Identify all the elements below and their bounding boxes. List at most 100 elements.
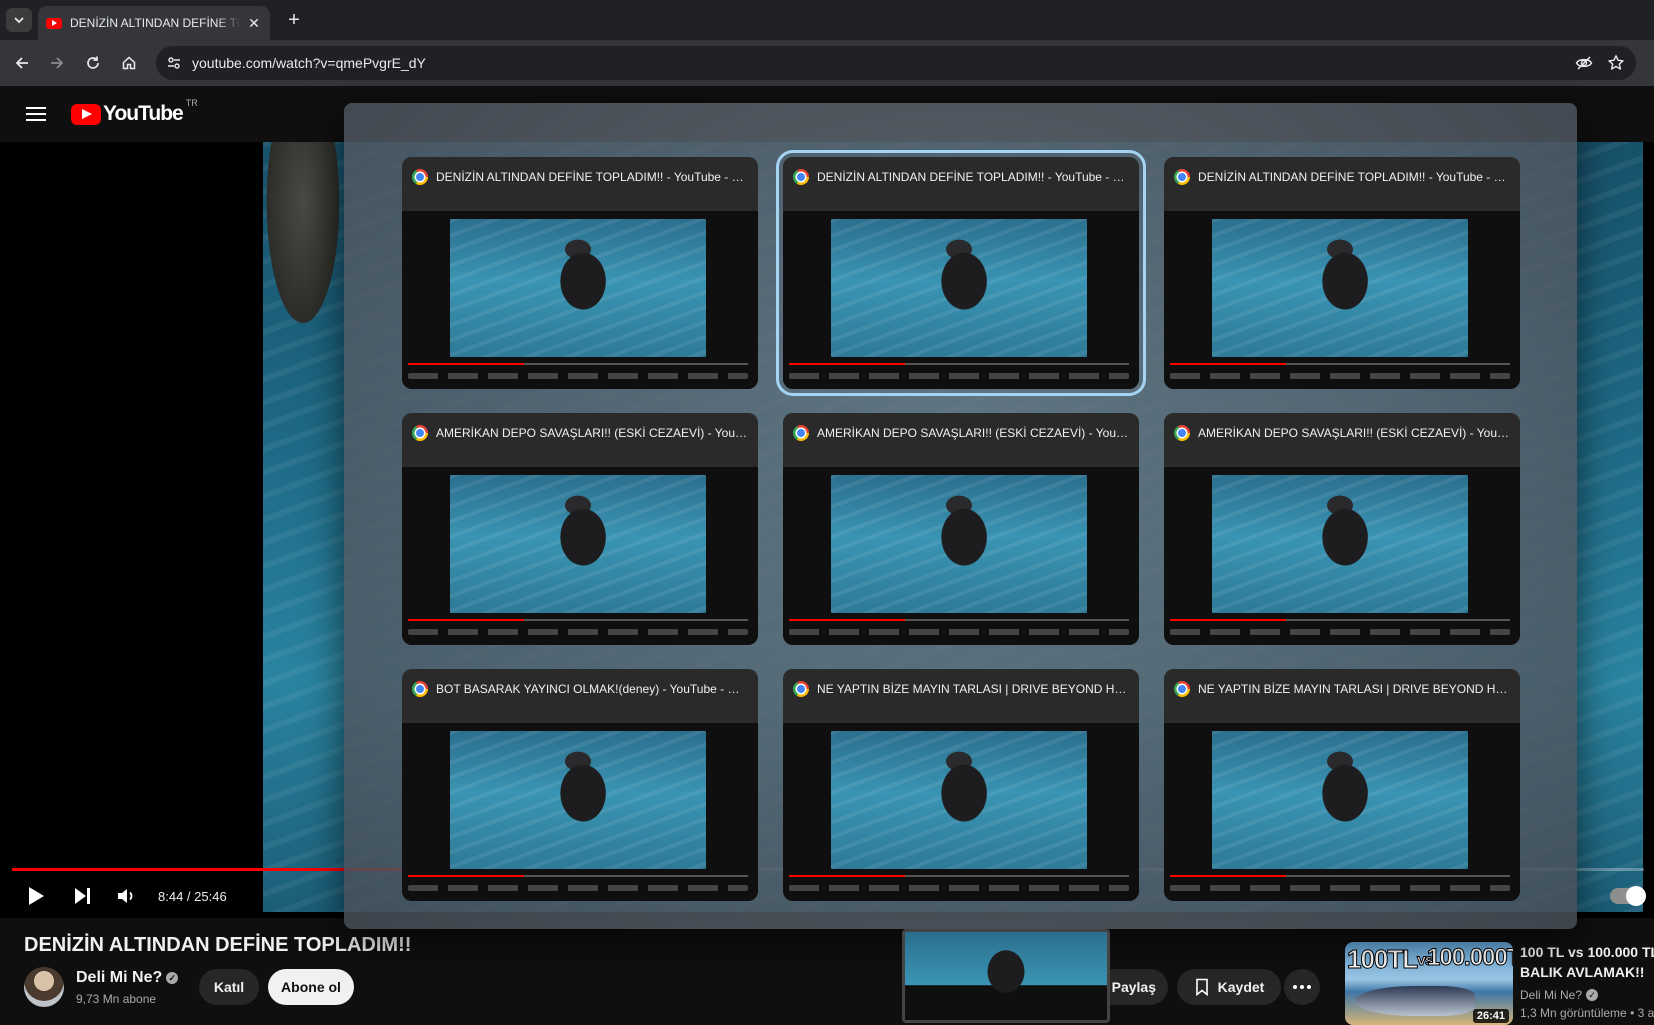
card-header: BOT BASARAK YAYINCI OLMAK!(deney) - YouT… xyxy=(402,669,758,709)
preview-video xyxy=(831,731,1087,869)
tab-preview xyxy=(783,197,1139,389)
preview-browser-bar xyxy=(1164,709,1520,723)
browser-tab[interactable]: DENİZİN ALTINDAN DEFİNE TOPLADIM!! ✕ xyxy=(38,6,270,40)
share-label: Paylaş xyxy=(1111,979,1156,995)
card-title: AMERİKAN DEPO SAVAŞLARI!! (ESKİ CEZAEVİ)… xyxy=(436,426,748,440)
more-actions-button[interactable] xyxy=(1284,969,1320,1005)
arrow-right-icon xyxy=(51,57,64,69)
tab-title: DENİZİN ALTINDAN DEFİNE TOPLADIM!! xyxy=(70,16,242,30)
preview-browser-bar xyxy=(402,453,758,467)
tab-preview xyxy=(402,197,758,389)
preview-video xyxy=(1212,731,1468,869)
url-text[interactable]: youtube.com/watch?v=qmePvgrE_dY xyxy=(192,55,426,71)
preview-info xyxy=(408,629,748,635)
autoplay-toggle[interactable] xyxy=(1610,886,1646,906)
reload-button[interactable] xyxy=(80,50,106,76)
card-header: DENİZİN ALTINDAN DEFİNE TOPLADIM!! - You… xyxy=(402,157,758,197)
chevron-down-icon xyxy=(14,17,24,24)
preview-browser-bar xyxy=(1164,453,1520,467)
preview-browser-bar xyxy=(783,709,1139,723)
video-info: DENİZİN ALTINDAN DEFİNE TOPLADIM!! Deli … xyxy=(0,918,1654,1025)
preview-browser-bar xyxy=(1164,197,1520,211)
tab-switcher-card[interactable]: AMERİKAN DEPO SAVAŞLARI!! (ESKİ CEZAEVİ)… xyxy=(402,413,758,645)
chrome-icon xyxy=(793,169,809,185)
preview-browser-bar xyxy=(402,197,758,211)
subscribe-button[interactable]: Abone ol xyxy=(268,969,354,1005)
chrome-icon xyxy=(412,681,428,697)
tab-preview-peek xyxy=(902,929,1110,1023)
tab-preview xyxy=(783,453,1139,645)
logo-text: YouTube xyxy=(103,102,184,125)
recommended-title-line2[interactable]: BALIK AVLAMAK!! xyxy=(1520,962,1654,982)
browser-toolbar: youtube.com/watch?v=qmePvgrE_dY xyxy=(0,40,1654,86)
tab-switcher-card[interactable]: AMERİKAN DEPO SAVAŞLARI!! (ESKİ CEZAEVİ)… xyxy=(1164,413,1520,645)
new-tab-button[interactable]: + xyxy=(282,8,306,32)
tab-switcher-card[interactable]: NE YAPTIN BİZE MAYIN TARLASI | DRIVE BEY… xyxy=(783,669,1139,901)
tab-preview xyxy=(402,453,758,645)
address-bar[interactable]: youtube.com/watch?v=qmePvgrE_dY xyxy=(156,46,1636,80)
tab-close-icon[interactable]: ✕ xyxy=(246,15,262,32)
tab-switcher-card[interactable]: BOT BASARAK YAYINCI OLMAK!(deney) - YouT… xyxy=(402,669,758,901)
recommended-title-line1[interactable]: 100 TL vs 100.000 TL xyxy=(1520,942,1654,962)
thumb-text-right: 100.000TL xyxy=(1426,944,1513,972)
youtube-favicon-icon xyxy=(46,17,62,29)
country-code: TR xyxy=(185,98,198,108)
recommended-title[interactable]: 100 TL vs 100.000 TL BALIK AVLAMAK!! xyxy=(1520,942,1654,982)
tab-switcher-card[interactable]: DENİZİN ALTINDAN DEFİNE TOPLADIM!! - You… xyxy=(402,157,758,389)
play-icon xyxy=(29,887,44,905)
back-button[interactable] xyxy=(9,50,35,76)
chrome-icon xyxy=(1174,169,1190,185)
preview-progress xyxy=(1170,875,1510,877)
tab-preview xyxy=(1164,709,1520,901)
screen: DENİZİN ALTINDAN DEFİNE TOPLADIM!! ✕ + y… xyxy=(0,0,1654,1025)
verified-icon: ✓ xyxy=(166,972,179,984)
forward-button[interactable] xyxy=(44,50,70,76)
youtube-logo[interactable]: YouTube TR xyxy=(71,98,198,126)
reload-icon xyxy=(87,56,99,69)
bookmark-icon xyxy=(1195,978,1208,996)
preview-info xyxy=(789,885,1129,891)
tune-icon[interactable] xyxy=(164,53,184,73)
volume-button[interactable] xyxy=(112,882,140,910)
menu-icon[interactable] xyxy=(24,104,48,124)
avatar[interactable] xyxy=(24,967,64,1007)
card-title: NE YAPTIN BİZE MAYIN TARLASI | DRIVE BEY… xyxy=(817,682,1129,696)
eye-off-icon[interactable] xyxy=(1574,53,1594,73)
card-title: AMERİKAN DEPO SAVAŞLARI!! (ESKİ CEZAEVİ)… xyxy=(1198,426,1510,440)
preview-video xyxy=(450,475,706,613)
join-button[interactable]: Katıl xyxy=(199,969,259,1005)
recommended-thumbnail[interactable]: 100TL vs 100.000TL 26:41 xyxy=(1345,942,1513,1025)
chrome-icon xyxy=(793,425,809,441)
preview-info xyxy=(789,373,1129,379)
chrome-icon xyxy=(412,425,428,441)
save-button[interactable]: Kaydet xyxy=(1177,969,1281,1005)
chrome-icon xyxy=(793,681,809,697)
video-title: DENİZİN ALTINDAN DEFİNE TOPLADIM!! xyxy=(24,934,412,956)
next-button[interactable] xyxy=(68,882,96,910)
recommended-channel-text[interactable]: Deli Mi Ne? xyxy=(1520,988,1582,1002)
tab-switcher-card[interactable]: NE YAPTIN BİZE MAYIN TARLASI | DRIVE BEY… xyxy=(1164,669,1520,901)
preview-info xyxy=(1170,885,1510,891)
preview-info xyxy=(408,373,748,379)
preview-video xyxy=(1212,219,1468,357)
star-icon[interactable] xyxy=(1606,53,1626,73)
tab-preview xyxy=(402,709,758,901)
channel-name[interactable]: Deli Mi Ne? ✓ xyxy=(76,969,179,987)
tab-switcher-card[interactable]: DENİZİN ALTINDAN DEFİNE TOPLADIM!! - You… xyxy=(776,150,1146,396)
tab-switcher-card[interactable]: DENİZİN ALTINDAN DEFİNE TOPLADIM!! - You… xyxy=(1164,157,1520,389)
recommended-channel[interactable]: Deli Mi Ne? ✓ xyxy=(1520,988,1599,1002)
card-title: BOT BASARAK YAYINCI OLMAK!(deney) - YouT… xyxy=(436,682,748,696)
home-button[interactable] xyxy=(116,50,142,76)
preview-info xyxy=(1170,373,1510,379)
preview-progress xyxy=(789,875,1129,877)
play-button[interactable] xyxy=(22,882,50,910)
subscriber-count: 9,73 Mn abone xyxy=(76,992,157,1006)
volume-icon xyxy=(118,889,133,903)
tab-search-button[interactable] xyxy=(6,8,32,32)
preview-browser-bar xyxy=(783,197,1139,211)
preview-video xyxy=(831,219,1087,357)
preview-info xyxy=(408,885,748,891)
channel-name-text[interactable]: Deli Mi Ne? xyxy=(76,969,162,986)
card-header: AMERİKAN DEPO SAVAŞLARI!! (ESKİ CEZAEVİ)… xyxy=(402,413,758,453)
tab-switcher-card[interactable]: AMERİKAN DEPO SAVAŞLARI!! (ESKİ CEZAEVİ)… xyxy=(783,413,1139,645)
